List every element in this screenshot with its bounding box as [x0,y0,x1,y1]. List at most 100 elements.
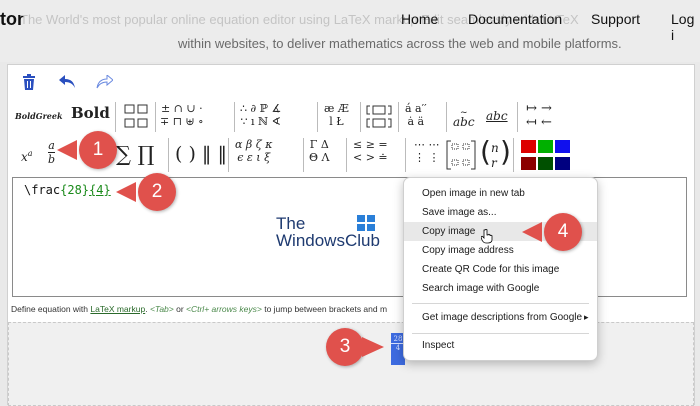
context-menu: Open image in new tab Save image as... C… [403,177,598,361]
ligatures-row1: æ Æ [324,102,349,115]
color-darkgreen-swatch[interactable] [538,157,553,170]
boldgreek-button[interactable]: BoldGreek [15,110,63,140]
callout-3: 3 [326,328,392,366]
callout-pointer [116,182,136,202]
arrows-row1: ↦ → [526,101,552,116]
trash-icon[interactable] [22,74,36,95]
latex-arg-denominator: {4} [89,183,111,197]
hint-mid2: or [173,304,187,314]
binomial-bottom: r [491,156,497,170]
tagline-line2: within websites, to deliver mathematics … [178,36,622,51]
hand-cursor-icon [480,228,493,249]
toolbar-divider [398,102,399,132]
hint-prefix: Define equation with [11,304,91,314]
latex-arg-numerator: {28} [60,183,90,197]
ellipsis-group[interactable]: ⋯ ⋯ ⋮ ⋮ [414,138,440,172]
binomial-top: n [491,141,499,155]
toolbar-divider [317,102,318,132]
menu-search-image-google[interactable]: Search image with Google [404,279,597,298]
toolbar-divider [517,102,518,132]
nav-documentation[interactable]: Documentation [468,11,562,27]
nav-support[interactable]: Support [591,11,640,27]
menu-separator [412,333,589,334]
menu-create-qr-code[interactable]: Create QR Code for this image [404,260,597,279]
undo-icon[interactable] [59,75,77,94]
markup-hint: Define equation with LaTeX markup. <Tab>… [11,304,387,314]
redo-icon[interactable] [95,73,114,94]
callout-pointer [57,140,77,160]
superscript-base: x [21,150,28,164]
menu-open-image-new-tab[interactable]: Open image in new tab [404,184,597,203]
greek-upper-row2: Θ Λ [309,151,330,164]
accents-row1: á a′′ [405,102,427,115]
ellipsis-row1: ⋯ ⋯ [414,138,440,151]
toolbar-divider [446,102,447,132]
ellipsis-row2: ⋮ ⋮ [414,151,440,164]
ligatures-row2: l Ł [329,115,344,128]
matrix-icon[interactable] [446,140,476,175]
relations-group[interactable]: ≤ ≥ = < > ≐ [353,138,388,172]
callout-number: 1 [79,131,117,169]
greek-lower-group[interactable]: α β ζ κϵ ε ι ξ [235,138,272,172]
toolbar-divider [303,138,304,172]
color-green-swatch[interactable] [538,140,553,153]
delimiters-button[interactable]: ( ) ‖ ‖ [175,142,227,176]
color-blue-swatch[interactable] [555,140,570,153]
callout-2: 2 [116,173,182,211]
toolbar-divider [155,102,156,132]
fraction-num: a [48,139,56,153]
greek-lower-row1: α β ζ κ [235,138,273,151]
superscript-exp: a [27,149,33,158]
latex-command: \frac [24,183,61,197]
menu-separator [412,303,589,304]
site-header [0,0,700,62]
fraction-button[interactable]: ab [48,139,56,173]
nav-login[interactable]: Log i [671,11,700,43]
toolbar-divider [115,102,116,132]
relations-row1: ≤ ≥ = [353,138,388,151]
callout-1: 1 [57,131,123,169]
toolbar-divider [405,138,406,172]
operators-row2: ∓ ⊓ ⊎ ∘ [160,115,204,128]
hint-suffix: to jump between brackets and m [261,304,388,314]
operators-group[interactable]: ± ∩ ∪ · ∓ ⊓ ⊎ ∘ [160,102,204,132]
hint-ctrl-keys: <Ctrl+ arrows keys> [186,304,262,314]
latex-markup-link[interactable]: LaTeX markup [90,304,145,314]
binomial-right-paren: ) [500,135,511,168]
operators-row1: ± ∩ ∪ · [160,102,203,115]
hint-tab-key: <Tab> [149,304,174,314]
watermark-logo-icon [357,215,375,236]
relations-row2: < > ≐ [353,151,388,164]
greek-upper-group[interactable]: Γ ΔΘ Λ [309,138,329,172]
color-darkred-swatch[interactable] [521,157,536,170]
brackets-icon[interactable] [366,104,392,135]
callout-4: 4 [522,213,588,251]
nav-home[interactable]: Home [401,11,438,27]
symbols-row2: ∵ ı ℕ ∢ [240,115,281,128]
toolbar-divider [360,102,361,132]
submenu-arrow-icon: ▸ [584,312,589,322]
greek-lower-row2: ϵ ε ι ξ [237,151,271,164]
menu-inspect[interactable]: Inspect [404,336,597,355]
ligatures-group[interactable]: æ Æl Ł [324,102,349,132]
toolbar-divider [234,102,235,132]
callout-number: 3 [326,328,364,366]
color-red-swatch[interactable] [521,140,536,153]
color-navy-swatch[interactable] [555,157,570,170]
symbols-group[interactable]: ∴ ∂ ℙ ∡ ∵ ı ℕ ∢ [240,102,281,132]
wide-tilde-button[interactable]: ~ abc [453,109,475,140]
accents-row2: ȧ ä [407,115,425,128]
menu-get-image-descriptions[interactable]: Get image descriptions from Google [404,308,597,327]
accents-group[interactable]: á a′′ ȧ ä [405,102,427,132]
toolbar-divider [228,138,229,172]
callout-number: 2 [138,173,176,211]
fraction-den: b [48,153,56,166]
layout-boxes-icon[interactable] [124,104,150,135]
wide-tilde-label: abc [453,115,475,129]
superscript-button[interactable]: xa [21,147,33,181]
arrows-group[interactable]: ↦ → ↤ ← [526,102,552,132]
callout-pointer [362,337,384,357]
toolbar-divider [513,138,514,172]
greek-upper-row1: Γ Δ [309,138,329,151]
callout-pointer [522,222,542,242]
